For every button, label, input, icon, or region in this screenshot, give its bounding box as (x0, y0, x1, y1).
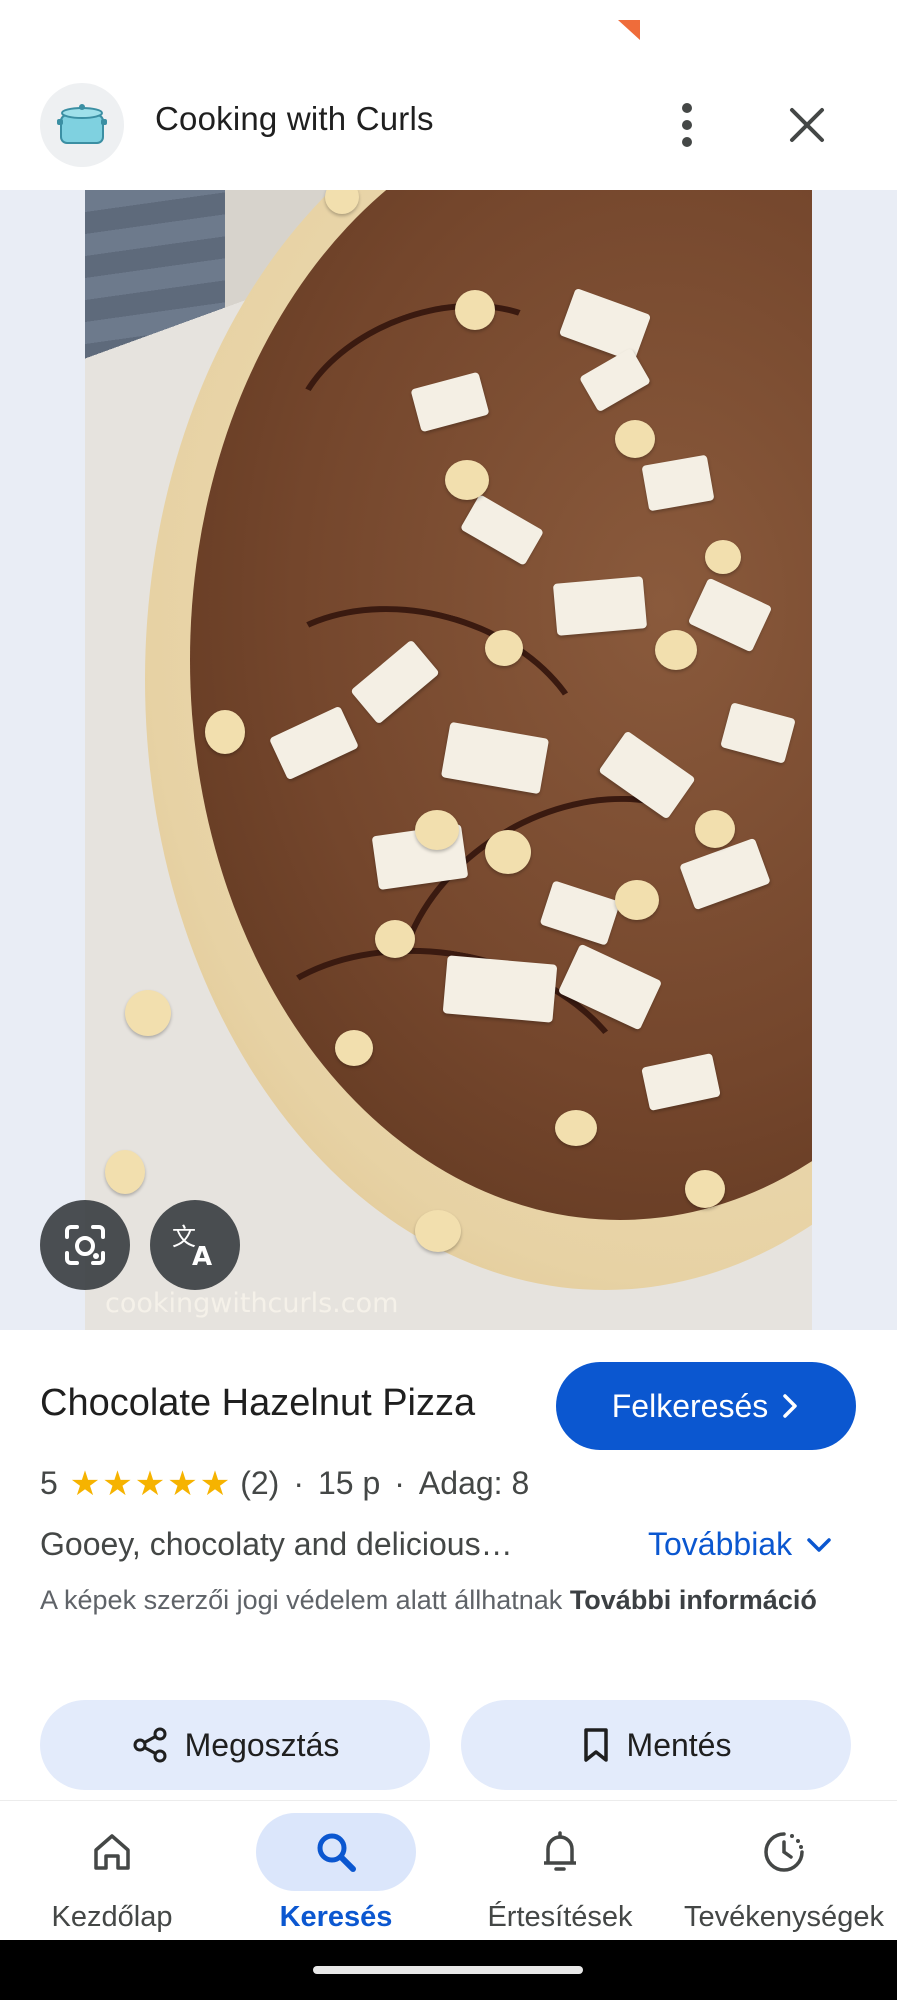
site-title: Cooking with Curls (155, 100, 434, 137)
recipe-info-panel: Chocolate Hazelnut Pizza Felkeresés 5 ★ … (0, 1330, 897, 1800)
servings: Adag: 8 (418, 1465, 530, 1501)
recipe-image[interactable]: cookingwithcurls.com (85, 190, 812, 1330)
share-button[interactable]: Megosztás (40, 1700, 430, 1790)
translate-icon: 文 A (172, 1223, 212, 1269)
system-gesture-bar (0, 1940, 897, 2000)
lens-camera-icon (65, 1225, 105, 1265)
star-icon: ★ (69, 1464, 101, 1503)
save-label: Mentés (626, 1726, 732, 1763)
more-vertical-icon (682, 103, 692, 113)
star-icon: ★ (167, 1464, 198, 1503)
rating-value: 5 (40, 1465, 58, 1501)
activity-icon (764, 1832, 804, 1872)
recipe-title: Chocolate Hazelnut Pizza (40, 1382, 476, 1424)
image-viewer[interactable]: cookingwithcurls.com 文 A (0, 190, 897, 1330)
save-button[interactable]: Mentés (461, 1700, 851, 1790)
home-gesture-handle[interactable] (313, 1966, 583, 1974)
nav-item-activity[interactable]: Tevékenységek (672, 1801, 896, 1941)
status-bar (0, 0, 897, 70)
chevron-down-icon (807, 1537, 831, 1552)
bookmark-icon (583, 1728, 608, 1762)
close-button[interactable] (780, 95, 834, 155)
star-icon: ★ (102, 1464, 133, 1503)
cooking-pot-icon[interactable] (40, 83, 124, 167)
cook-time: 15 p (317, 1465, 381, 1501)
translate-button[interactable]: 文 A (150, 1200, 240, 1290)
svg-text:A: A (192, 1242, 212, 1269)
copyright-more-link[interactable]: További információ (570, 1585, 817, 1615)
star-icon: ★ (134, 1464, 166, 1503)
recipe-description: Gooey, chocolaty and delicious… (40, 1526, 513, 1562)
nav-item-search[interactable]: Keresés (224, 1801, 448, 1941)
search-icon (317, 1833, 356, 1872)
copyright-notice: A képek szerzői jogi védelem alatt állha… (40, 1580, 820, 1620)
bell-icon (544, 1831, 576, 1871)
chevron-right-icon (783, 1394, 797, 1418)
nav-label-home: Kezdőlap (51, 1901, 173, 1933)
more-info-button[interactable]: Továbbiak (648, 1526, 832, 1563)
nav-item-notifications[interactable]: Értesítések (448, 1801, 672, 1941)
star-icon: ★ (199, 1464, 231, 1503)
visit-button-label: Felkeresés (611, 1387, 769, 1424)
home-icon (94, 1834, 130, 1870)
source-header: Cooking with Curls (0, 70, 897, 190)
lens-search-button[interactable] (40, 1200, 130, 1290)
more-options-button[interactable] (662, 90, 712, 160)
copyright-text: A képek szerzői jogi védelem alatt állha… (40, 1585, 563, 1615)
nav-label-search: Keresés (279, 1901, 393, 1933)
visit-button[interactable]: Felkeresés (556, 1362, 856, 1450)
share-label: Megosztás (184, 1726, 340, 1763)
rating-stars: ★ ★ ★ ★ ★ (70, 1467, 230, 1501)
nav-item-home[interactable]: Kezdőlap (0, 1801, 224, 1941)
bottom-navigation: Kezdőlap Keresés Értesítések Tevékenység… (0, 1800, 897, 1940)
nav-label-activity: Tevékenységek (684, 1901, 884, 1933)
more-info-label: Továbbiak (648, 1526, 793, 1562)
review-count: (2) (240, 1465, 280, 1501)
nav-label-notifications: Értesítések (487, 1901, 633, 1933)
notification-indicator-icon (618, 20, 640, 40)
image-watermark: cookingwithcurls.com (105, 1288, 399, 1319)
close-icon (790, 108, 824, 142)
recipe-meta: 5 ★ ★ ★ ★ ★ (2) · 15 p · Adag: 8 (40, 1464, 530, 1503)
share-icon (133, 1727, 167, 1763)
